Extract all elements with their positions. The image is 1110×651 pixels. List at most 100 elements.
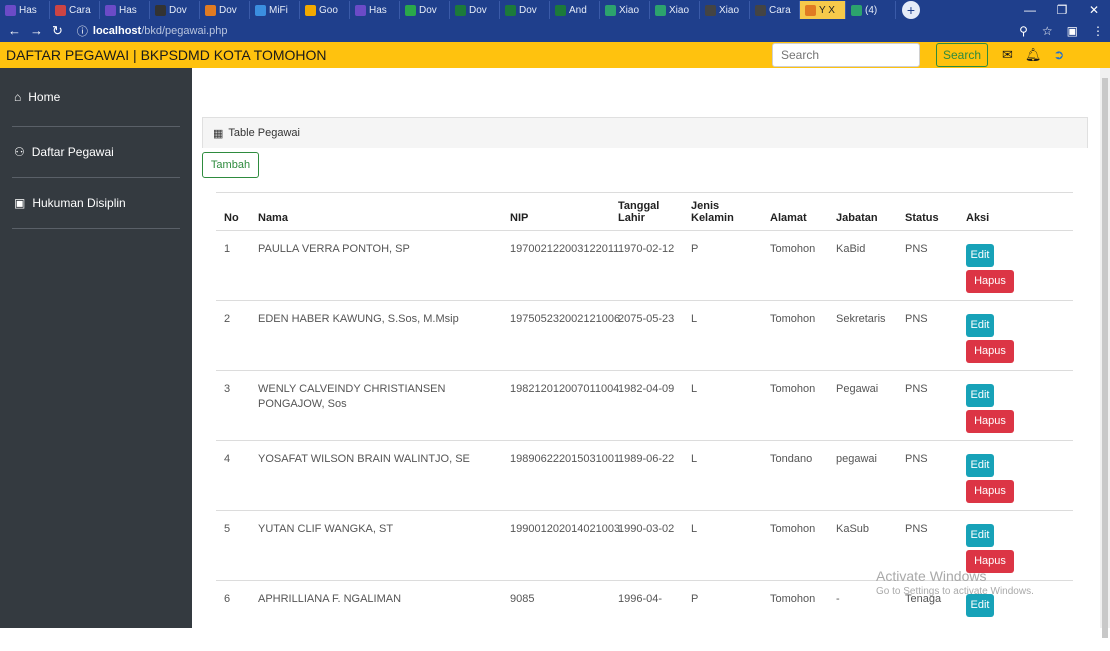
browser-tab[interactable]: Dov [450,1,500,19]
browser-tab[interactable]: Has [350,1,400,19]
address-bar: ← → ↻ ⓘ localhost/bkd/pegawai.php ⚲ ☆ ▣ … [0,20,1110,42]
browser-tab[interactable]: Has [100,1,150,19]
cell-status: PNS [897,230,958,301]
cell-no: 3 [216,370,250,441]
browser-tab[interactable]: Xiao [600,1,650,19]
cell-status: PNS [897,370,958,441]
extension-icon[interactable]: ▣ [1067,24,1078,38]
browser-tab[interactable]: Cara [750,1,800,19]
tab-favicon-icon [405,4,416,16]
delete-button[interactable]: Hapus [966,480,1014,503]
cell-tgl: 1996-04- [610,580,683,651]
new-tab-button[interactable]: + [902,1,920,19]
cell-tgl: 1989-06-22 [610,440,683,511]
url-path: /bkd/pegawai.php [141,25,228,37]
cell-status: PNS [897,300,958,371]
cell-nip: 197002122003122011 [502,230,619,301]
edit-button[interactable]: Edit [966,384,994,407]
browser-tab[interactable]: MiFi [250,1,300,19]
watermark-title: Activate Windows [876,568,987,584]
edit-button[interactable]: Edit [966,594,994,617]
tab-label: Dov [169,4,187,16]
browser-tab[interactable]: Dov [200,1,250,19]
search-input[interactable] [772,43,920,67]
scrollbar-thumb[interactable] [1102,78,1108,638]
browser-tab[interactable]: Y X [800,1,846,19]
cell-alamat: Tondano [762,440,828,511]
tab-favicon-icon [655,4,666,16]
close-window-icon[interactable]: ✕ [1078,0,1110,20]
cell-nama: EDEN HABER KAWUNG, S.Sos, M.Msip [250,300,502,371]
cell-alamat: Tomohon [762,300,828,371]
search-button[interactable]: Search [936,43,988,67]
zoom-icon[interactable]: ⚲ [1019,24,1028,38]
reload-icon[interactable]: ↻ [52,23,63,39]
sidebar-item-daftar-pegawai[interactable]: ⚇ Daftar Pegawai [12,127,180,178]
edit-button[interactable]: Edit [966,524,994,547]
cell-jabatan: Sekretaris [828,300,897,371]
tab-label: Has [119,4,137,16]
card-title: Table Pegawai [228,127,300,139]
sidebar-item-home[interactable]: ⌂ Home [12,68,180,127]
cell-jk: L [683,370,762,441]
cell-nama: YUTAN CLIF WANGKA, ST [250,510,502,581]
table-icon: ▦ [213,127,224,140]
home-icon: ⌂ [14,90,22,104]
add-button[interactable]: Tambah [202,152,259,178]
browser-tab[interactable]: (4) [846,1,896,19]
delete-button[interactable]: Hapus [966,340,1014,363]
cell-no: 5 [216,510,250,581]
tab-favicon-icon [555,4,566,16]
watermark-subtitle: Go to Settings to activate Windows. [876,586,1034,597]
cell-jabatan: Pegawai [828,370,897,441]
tab-favicon-icon [205,4,216,16]
cell-nama: PAULLA VERRA PONTOH, SP [250,230,502,301]
back-icon[interactable]: ← [8,23,21,39]
tab-favicon-icon [5,4,16,16]
browser-tab[interactable]: And [550,1,600,19]
page-scrollbar[interactable] [1100,68,1110,638]
bell-icon[interactable]: 🔔︎ [1025,47,1042,63]
forward-icon[interactable]: → [30,23,43,39]
browser-tab[interactable]: Has [0,1,50,19]
cell-no: 6 [216,580,250,651]
minimize-icon[interactable]: — [1014,0,1046,20]
browser-nav: ← → ↻ [8,23,63,39]
url-field[interactable]: ⓘ localhost/bkd/pegawai.php [77,23,228,39]
sidebar-item-hukuman-disiplin[interactable]: ▣ Hukuman Disiplin [12,178,180,229]
delete-button[interactable]: Hapus [966,410,1014,433]
browser-tab-strip: Has Cara Has Dov Dov MiFi Goo Has Dov Dov Dov And Xi… [0,0,1110,20]
menu-icon[interactable]: ⋮ [1092,24,1104,38]
cell-nip: 199001202014021003 [502,510,620,581]
browser-tab[interactable]: Goo [300,1,350,19]
sidebar-item-label: Daftar Pegawai [31,145,114,159]
logout-icon[interactable]: ➲ [1053,47,1064,63]
cell-nip: 198906222015031001 [502,440,620,511]
info-icon[interactable]: ⓘ [77,23,88,39]
app-title: DAFTAR PEGAWAI | BKPSDMD KOTA TOMOHON [6,47,327,63]
browser-tab[interactable]: Cara [50,1,100,19]
cell-jk: L [683,510,762,581]
browser-tab[interactable]: Xiao [700,1,750,19]
restore-icon[interactable]: ❐ [1046,0,1078,20]
delete-button[interactable]: Hapus [966,270,1014,293]
column-header: Aksi [958,192,1073,231]
edit-button[interactable]: Edit [966,244,994,267]
cell-jk: P [683,580,762,651]
browser-tabs: Has Cara Has Dov Dov MiFi Goo Has Dov Dov Dov And Xi… [0,0,920,20]
edit-button[interactable]: Edit [966,454,994,477]
browser-tab[interactable]: Xiao [650,1,700,19]
column-header: Tanggal Lahir [610,192,683,231]
table-row: 1 PAULLA VERRA PONTOH, SP 1970021220031220… [216,230,1073,301]
tab-favicon-icon [505,4,516,16]
cell-jk: L [683,300,762,371]
cell-nip: 198212012007011004 [502,370,619,441]
edit-button[interactable]: Edit [966,314,994,337]
browser-tab[interactable]: Dov [400,1,450,19]
star-icon[interactable]: ☆ [1042,24,1053,38]
envelope-icon[interactable]: ✉ [1002,47,1013,63]
browser-tab[interactable]: Dov [500,1,550,19]
browser-tab[interactable]: Dov [150,1,200,19]
column-header: Alamat [762,192,828,231]
cell-actions: Edit Hapus [958,440,1073,511]
